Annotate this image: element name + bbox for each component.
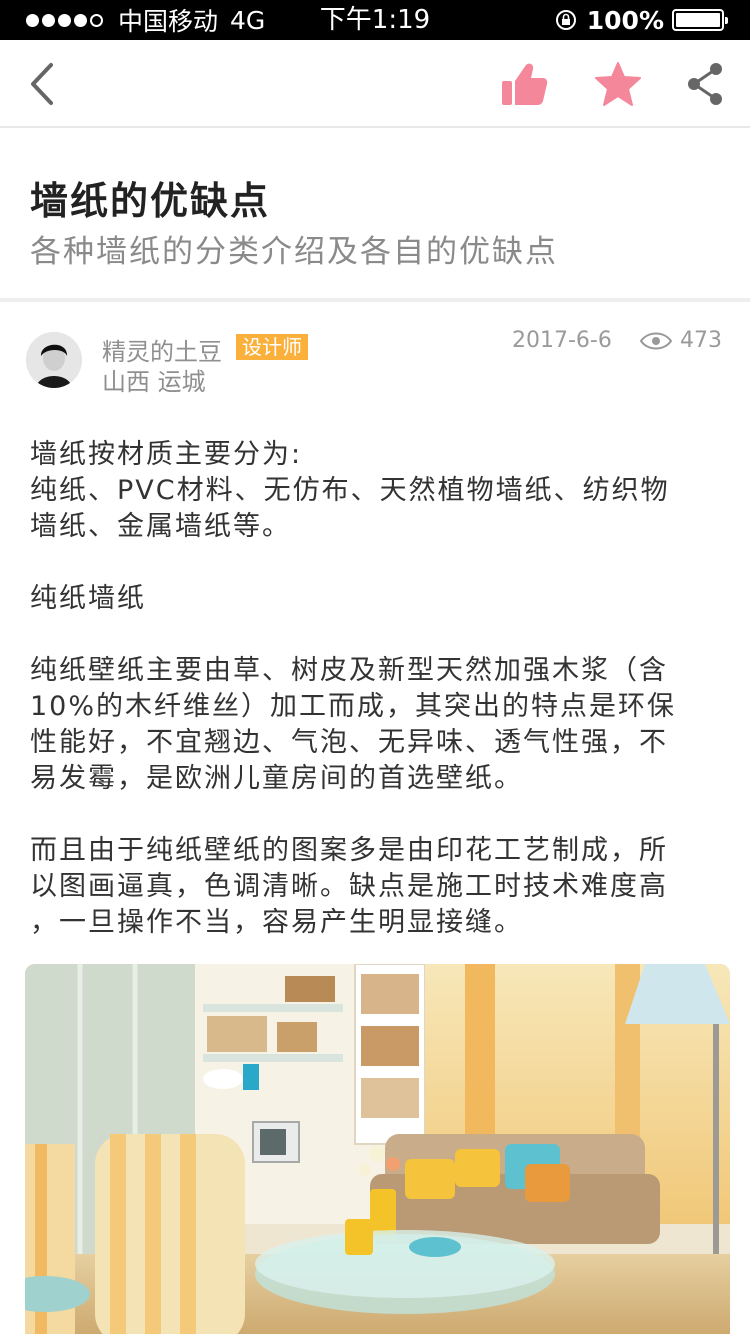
eye-icon [640,332,672,350]
like-button[interactable] [496,40,552,128]
rotation-lock-icon [555,10,576,30]
back-button[interactable] [18,40,66,128]
share-icon [688,63,722,105]
author-info: 精灵的土豆 设计师 山西 运城 2017-6-6 473 [0,306,750,416]
paragraph: 墙纸按材质主要分为: 纯纸、PVC材料、无仿布、天然植物墙纸、纺织物 墙纸、金属… [30,439,670,542]
article-subtitle: 各种墙纸的分类介绍及各自的优缺点 [30,234,558,270]
chevron-left-icon [31,63,53,105]
section-heading: 纯纸墙纸 [30,583,146,614]
favorite-button[interactable] [590,40,646,128]
post-date: 2017-6-6 [512,328,612,353]
author-location: 山西 运城 [102,368,206,396]
author-avatar[interactable] [26,332,82,388]
designer-badge: 设计师 [236,334,308,360]
share-button[interactable] [680,40,730,128]
view-count: 473 [680,328,722,353]
article-header: 墙纸的优缺点 各种墙纸的分类介绍及各自的优缺点 [0,130,750,302]
article-body: 墙纸按材质主要分为: 纯纸、PVC材料、无仿布、天然植物墙纸、纺织物 墙纸、金属… [30,437,720,941]
paragraph: 纯纸壁纸主要由草、树皮及新型天然加强木浆（含 10%的木纤维丝）加工而成，其突出… [30,655,677,794]
status-bar: 中国移动 4G 下午1:19 100% [0,0,750,40]
nav-bar [0,40,750,128]
battery-icon [672,9,728,31]
living-room-photo[interactable] [25,964,730,1334]
article-title: 墙纸的优缺点 [30,179,271,223]
star-icon [595,62,641,106]
paragraph: 而且由于纯纸壁纸的图案多是由印花工艺制成，所 以图画逼真，色调清晰。缺点是施工时… [30,835,668,938]
battery-percent: 100% [586,5,664,35]
thumbs-up-icon [502,63,548,105]
